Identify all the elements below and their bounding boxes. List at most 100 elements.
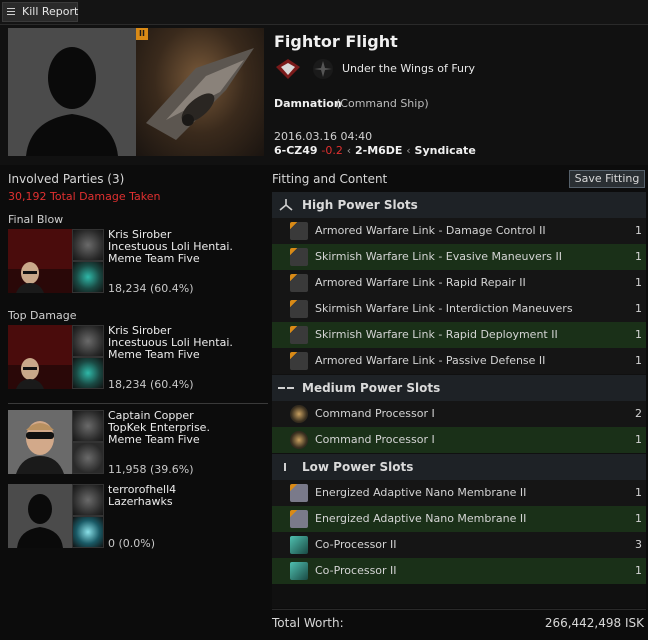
menu-icon[interactable] (7, 8, 15, 9)
damnation-ship-icon (146, 48, 254, 140)
module-quantity: 1 (635, 354, 642, 367)
window-titlebar (0, 0, 648, 25)
command-processor-icon (290, 431, 308, 449)
damage-taken: 30,192 Total Damage Taken (8, 190, 161, 203)
silhouette-icon (8, 484, 72, 548)
region-name[interactable]: Syndicate (415, 144, 476, 157)
high-slots-label: High Power Slots (302, 198, 418, 212)
module-name: Command Processor I (315, 433, 435, 446)
module-name: Armored Warfare Link - Damage Control II (315, 224, 546, 237)
attacker-portrait[interactable] (8, 410, 72, 474)
module-name: Armored Warfare Link - Rapid Repair II (315, 276, 526, 289)
chevron-left-icon: ‹ (346, 144, 352, 157)
attacker-ship-icon[interactable] (72, 484, 104, 516)
ship-class: (Command Ship) (336, 97, 429, 110)
module-quantity: 1 (635, 302, 642, 315)
system-name[interactable]: 6-CZ49 (274, 144, 318, 157)
low-slots-label: Low Power Slots (302, 460, 414, 474)
attacker-portrait[interactable] (8, 229, 72, 293)
top-damage-label: Top Damage (8, 309, 77, 322)
module-quantity: 1 (635, 486, 642, 499)
warfare-link-icon (290, 274, 308, 292)
alliance-logo-icon[interactable] (310, 57, 336, 81)
module-icon (290, 510, 308, 528)
module-name: Energized Adaptive Nano Membrane II (315, 512, 527, 525)
silhouette-icon (8, 28, 136, 156)
involved-parties-title: Involved Parties (3) (8, 172, 125, 186)
attacker-info: terrorofhell4 Lazerhawks (108, 484, 176, 508)
module-name: Co-Processor II (315, 564, 397, 577)
low-slot-icon (284, 463, 286, 471)
warfare-link-icon (290, 326, 308, 344)
attacker-info: Kris Sirober Incestuous Loli Hentai. Mem… (108, 229, 233, 265)
total-worth-label: Total Worth: (272, 616, 344, 630)
final-blow-label: Final Blow (8, 213, 64, 226)
module-quantity: 1 (635, 276, 642, 289)
module-name: Energized Adaptive Nano Membrane II (315, 486, 527, 499)
module-quantity: 3 (635, 538, 642, 551)
divider (272, 609, 646, 610)
attacker-weapon-icon[interactable] (72, 442, 104, 474)
attacker-info: Captain Copper TopKek Enterprise. Meme T… (108, 410, 210, 446)
attacker-damage: 18,234 (60.4%) (108, 282, 194, 295)
ship-image[interactable] (136, 28, 264, 156)
kill-location: 6-CZ49 -0.2 ‹ 2-M6DE ‹ Syndicate (274, 144, 476, 157)
module-name: Skirmish Warfare Link - Evasive Maneuver… (315, 250, 563, 263)
save-fitting-button[interactable]: Save Fitting (569, 170, 645, 188)
module-icon (290, 484, 308, 502)
module-icon (290, 562, 308, 580)
medium-slots-label: Medium Power Slots (302, 381, 441, 395)
ship-type-name[interactable]: Damnation (274, 97, 342, 110)
attacker-ship-icon[interactable] (72, 325, 104, 357)
victim-portrait[interactable] (8, 28, 136, 156)
corporation-logo-icon[interactable] (274, 57, 302, 81)
attacker-portrait[interactable] (8, 484, 72, 548)
medium-slot-icon (278, 387, 294, 389)
module-quantity: 1 (635, 250, 642, 263)
attacker-ship-icon[interactable] (72, 229, 104, 261)
chevron-left-icon: ‹ (406, 144, 411, 157)
warfare-link-icon (290, 248, 308, 266)
security-status: -0.2 (321, 144, 343, 157)
attacker-alliance[interactable]: Meme Team Five (108, 349, 233, 361)
module-name: Co-Processor II (315, 538, 397, 551)
attacker-damage: 18,234 (60.4%) (108, 378, 194, 391)
attacker-alliance[interactable]: Meme Team Five (108, 434, 210, 446)
module-name: Armored Warfare Link - Passive Defense I… (315, 354, 546, 367)
window-title: Kill Report (22, 5, 79, 18)
pilot-portrait-icon (8, 410, 72, 474)
module-icon (290, 536, 308, 554)
attacker-corp[interactable]: Lazerhawks (108, 496, 176, 508)
warfare-link-icon (290, 222, 308, 240)
constellation-name[interactable]: 2-M6DE (355, 144, 402, 157)
pilot-portrait-icon (8, 229, 72, 293)
command-processor-icon (290, 405, 308, 423)
attacker-alliance[interactable]: Meme Team Five (108, 253, 233, 265)
divider (8, 403, 268, 404)
attacker-info: Kris Sirober Incestuous Loli Hentai. Mem… (108, 325, 233, 361)
attacker-ship-icon[interactable] (72, 410, 104, 442)
total-worth-value: 266,442,498 ISK (544, 616, 644, 630)
attacker-portrait[interactable] (8, 325, 72, 389)
attacker-weapon-icon[interactable] (72, 357, 104, 389)
corporation-name[interactable]: Under the Wings of Fury (342, 62, 475, 75)
kill-datetime: 2016.03.16 04:40 (274, 130, 373, 143)
tech-level-badge: II (136, 28, 148, 40)
module-name: Skirmish Warfare Link - Interdiction Man… (315, 302, 573, 315)
module-quantity: 1 (635, 512, 642, 525)
module-quantity: 1 (635, 564, 642, 577)
module-quantity: 1 (635, 224, 642, 237)
fitting-title: Fitting and Content (272, 172, 388, 186)
module-name: Command Processor I (315, 407, 435, 420)
module-name: Skirmish Warfare Link - Rapid Deployment… (315, 328, 558, 341)
attacker-damage: 11,958 (39.6%) (108, 463, 194, 476)
warfare-link-icon (290, 300, 308, 318)
attacker-weapon-icon[interactable] (72, 261, 104, 293)
ship-name: Fightor Flight (274, 32, 398, 51)
pilot-portrait-icon (8, 325, 72, 389)
attacker-damage: 0 (0.0%) (108, 537, 156, 550)
module-quantity: 2 (635, 407, 642, 420)
warfare-link-icon (290, 352, 308, 370)
high-slot-icon (279, 199, 293, 211)
attacker-weapon-icon[interactable] (72, 516, 104, 548)
